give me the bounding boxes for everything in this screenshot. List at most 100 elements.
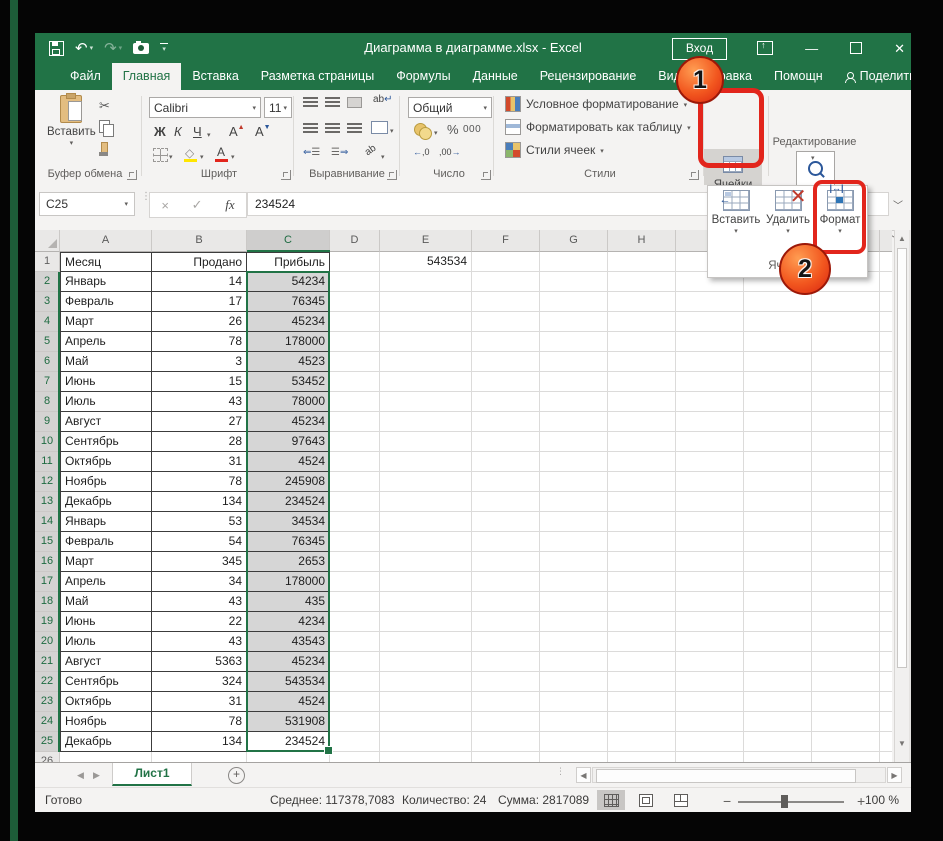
- cell-K20[interactable]: [812, 632, 880, 652]
- column-header-B[interactable]: B: [152, 230, 247, 252]
- cell-J18[interactable]: [744, 592, 812, 612]
- ribbon-tab-file[interactable]: Файл: [59, 63, 112, 90]
- align-bottom-icon[interactable]: [347, 97, 362, 108]
- cell-L18[interactable]: [880, 592, 892, 612]
- ribbon-tab-formulas[interactable]: Формулы: [385, 63, 461, 90]
- cell-L22[interactable]: [880, 672, 892, 692]
- format-as-table-button[interactable]: Форматировать как таблицу ▾: [505, 119, 691, 135]
- column-header-H[interactable]: H: [608, 230, 676, 252]
- row-header-3[interactable]: 3: [35, 292, 60, 312]
- scroll-up-icon[interactable]: ▲: [896, 231, 908, 246]
- enter-icon[interactable]: ✓: [192, 197, 203, 213]
- cell-F11[interactable]: [472, 452, 540, 472]
- cell-D2[interactable]: [330, 272, 380, 292]
- column-header-E[interactable]: E: [380, 230, 472, 252]
- cell-F17[interactable]: [472, 572, 540, 592]
- cell-L21[interactable]: [880, 652, 892, 672]
- row-header-7[interactable]: 7: [35, 372, 60, 392]
- cell-D13[interactable]: [330, 492, 380, 512]
- cell-L23[interactable]: [880, 692, 892, 712]
- bold-button[interactable]: Ж: [154, 124, 166, 139]
- cell-I4[interactable]: [676, 312, 744, 332]
- cell-L24[interactable]: [880, 712, 892, 732]
- cell-F10[interactable]: [472, 432, 540, 452]
- cell-J22[interactable]: [744, 672, 812, 692]
- cell-E20[interactable]: [380, 632, 472, 652]
- cell-styles-button[interactable]: Стили ячеек ▾: [505, 142, 604, 158]
- row-header-9[interactable]: 9: [35, 412, 60, 432]
- close-button[interactable]: ✕: [894, 42, 905, 55]
- row-header-5[interactable]: 5: [35, 332, 60, 352]
- cell-C19[interactable]: 4234: [247, 612, 330, 632]
- ribbon-tab-insert[interactable]: Вставка: [181, 63, 249, 90]
- normal-view-button[interactable]: [597, 790, 625, 810]
- cell-E16[interactable]: [380, 552, 472, 572]
- cell-B13[interactable]: 134: [152, 492, 247, 512]
- cell-E3[interactable]: [380, 292, 472, 312]
- cell-E24[interactable]: [380, 712, 472, 732]
- cell-F19[interactable]: [472, 612, 540, 632]
- cell-K17[interactable]: [812, 572, 880, 592]
- cell-J17[interactable]: [744, 572, 812, 592]
- format-painter-icon[interactable]: [99, 142, 108, 156]
- cell-L11[interactable]: [880, 452, 892, 472]
- cell-D5[interactable]: [330, 332, 380, 352]
- cell-D25[interactable]: [330, 732, 380, 752]
- cell-H13[interactable]: [608, 492, 676, 512]
- cell-F6[interactable]: [472, 352, 540, 372]
- cell-H16[interactable]: [608, 552, 676, 572]
- cell-E4[interactable]: [380, 312, 472, 332]
- save-icon[interactable]: [49, 40, 64, 56]
- cell-H8[interactable]: [608, 392, 676, 412]
- cell-F16[interactable]: [472, 552, 540, 572]
- cell-I15[interactable]: [676, 532, 744, 552]
- cell-I18[interactable]: [676, 592, 744, 612]
- undo-button[interactable]: ↶ ▾: [75, 41, 93, 56]
- cell-H21[interactable]: [608, 652, 676, 672]
- row-header-12[interactable]: 12: [35, 472, 60, 492]
- cell-C4[interactable]: 45234: [247, 312, 330, 332]
- cell-G17[interactable]: [540, 572, 608, 592]
- cell-I21[interactable]: [676, 652, 744, 672]
- font-size-combo[interactable]: 11 ▾: [264, 97, 292, 118]
- cell-G2[interactable]: [540, 272, 608, 292]
- paste-button[interactable]: Вставить ▾: [47, 93, 96, 147]
- cell-F8[interactable]: [472, 392, 540, 412]
- cell-C7[interactable]: 53452: [247, 372, 330, 392]
- wrap-text-icon[interactable]: ab↵: [373, 94, 393, 105]
- cell-G18[interactable]: [540, 592, 608, 612]
- cell-F13[interactable]: [472, 492, 540, 512]
- cell-E6[interactable]: [380, 352, 472, 372]
- ribbon-tab-data[interactable]: Данные: [462, 63, 529, 90]
- merge-chevron-icon[interactable]: ▾: [390, 128, 394, 135]
- cell-H23[interactable]: [608, 692, 676, 712]
- cell-K6[interactable]: [812, 352, 880, 372]
- fill-color-icon[interactable]: ◇: [185, 146, 194, 160]
- cell-I26[interactable]: [676, 752, 744, 762]
- cell-K10[interactable]: [812, 432, 880, 452]
- cell-I9[interactable]: [676, 412, 744, 432]
- cell-G13[interactable]: [540, 492, 608, 512]
- row-header-25[interactable]: 25: [35, 732, 60, 752]
- cell-F25[interactable]: [472, 732, 540, 752]
- cell-J19[interactable]: [744, 612, 812, 632]
- cancel-icon[interactable]: ×: [161, 198, 169, 213]
- cell-C1[interactable]: Прибыль: [247, 252, 330, 272]
- cell-I3[interactable]: [676, 292, 744, 312]
- cell-A20[interactable]: Июль: [60, 632, 152, 652]
- row-header-23[interactable]: 23: [35, 692, 60, 712]
- cell-B20[interactable]: 43: [152, 632, 247, 652]
- cell-J24[interactable]: [744, 712, 812, 732]
- row-header-18[interactable]: 18: [35, 592, 60, 612]
- cell-C15[interactable]: 76345: [247, 532, 330, 552]
- zoom-out-icon[interactable]: −: [723, 793, 731, 809]
- cell-B15[interactable]: 54: [152, 532, 247, 552]
- percent-style-button[interactable]: %: [447, 122, 459, 137]
- cell-C2[interactable]: 54234: [247, 272, 330, 292]
- cell-E26[interactable]: [380, 752, 472, 762]
- cell-C18[interactable]: 435: [247, 592, 330, 612]
- cell-A1[interactable]: Месяц: [60, 252, 152, 272]
- row-header-11[interactable]: 11: [35, 452, 60, 472]
- cell-I20[interactable]: [676, 632, 744, 652]
- cell-B8[interactable]: 43: [152, 392, 247, 412]
